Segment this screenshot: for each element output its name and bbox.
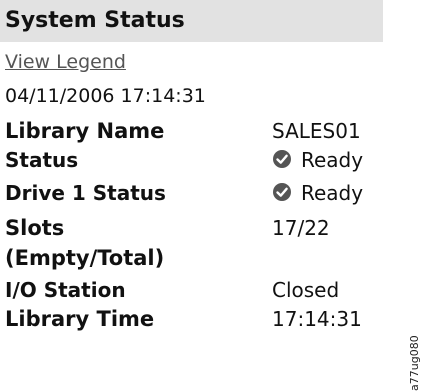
check-circle-icon	[272, 182, 292, 202]
slots-label-subtitle: (Empty/Total)	[5, 246, 165, 270]
drive-status-label: Drive 1 Status	[5, 181, 166, 205]
status-label: Status	[5, 148, 79, 172]
status-value-group: Ready	[272, 145, 363, 176]
io-station-value: Closed	[272, 278, 340, 302]
slots-label: Slots	[5, 216, 65, 240]
library-name-label: Library Name	[5, 119, 165, 143]
slots-value: 17/22	[272, 216, 330, 240]
library-time-label: Library Time	[5, 307, 155, 331]
status-timestamp: 04/11/2006 17:14:31	[5, 85, 206, 107]
status-value: Ready	[301, 148, 364, 172]
library-name-value: SALES01	[272, 119, 361, 143]
panel-title: System Status	[0, 0, 383, 42]
view-legend-link[interactable]: View Legend	[5, 51, 126, 73]
figure-code: a77ug080	[408, 335, 421, 391]
check-circle-icon	[272, 149, 292, 169]
library-time-value: 17:14:31	[272, 307, 362, 331]
drive-status-value: Ready	[301, 181, 364, 205]
io-station-label: I/O Station	[5, 278, 126, 302]
drive-status-value-group: Ready	[272, 178, 363, 209]
